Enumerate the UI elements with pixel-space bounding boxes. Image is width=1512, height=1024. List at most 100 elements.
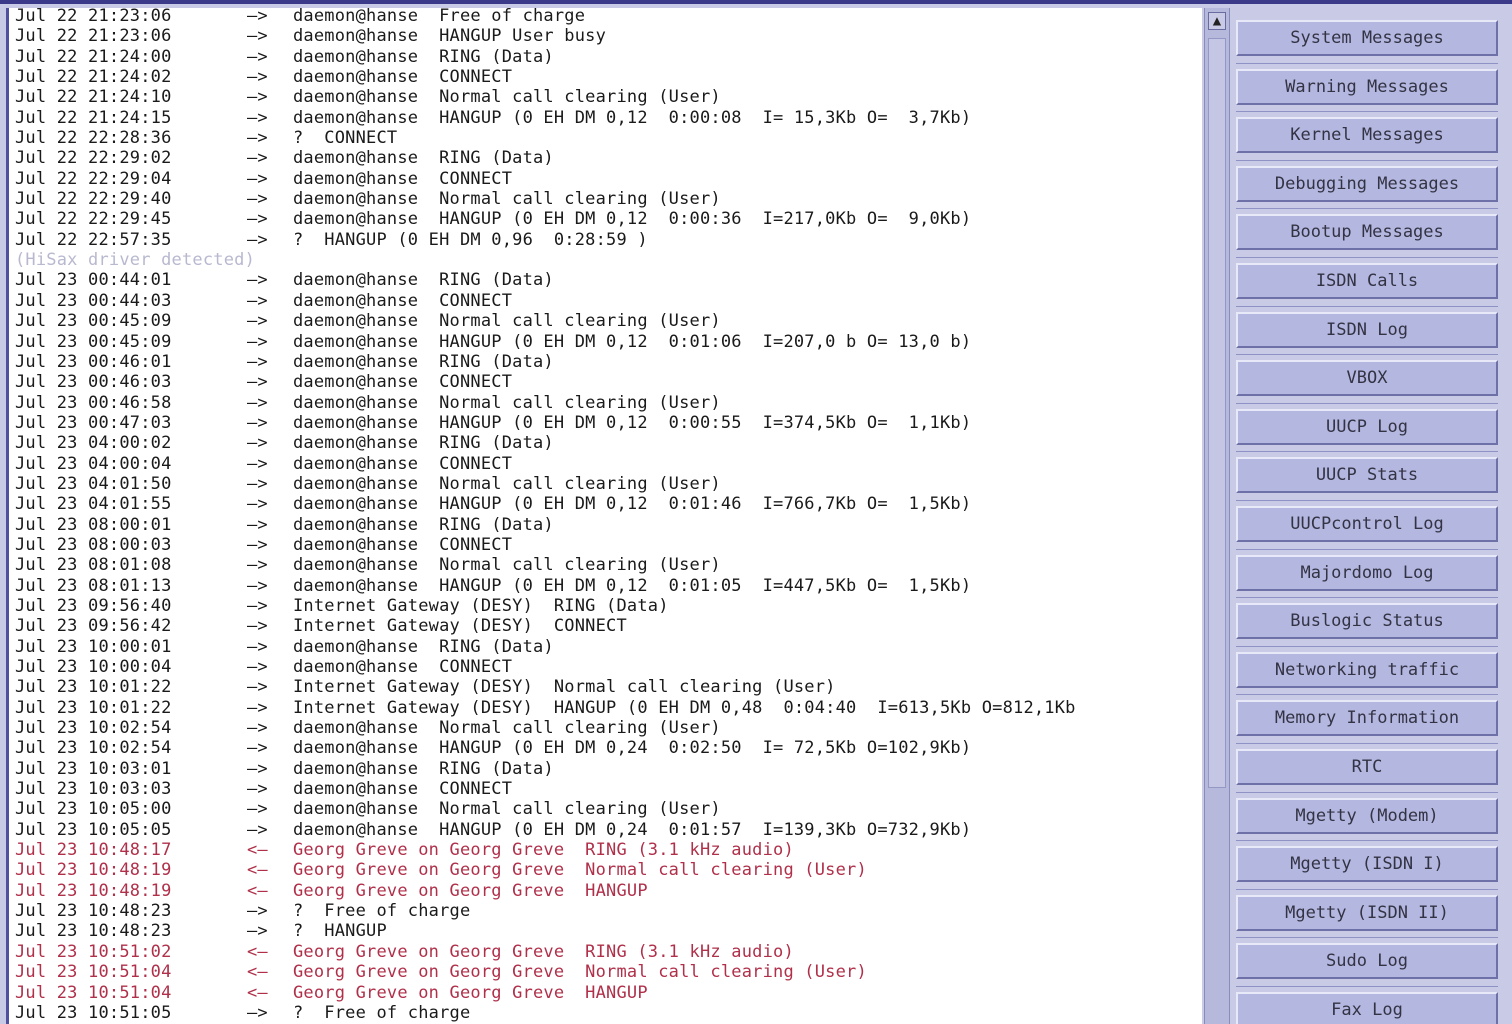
incoming-arrow-icon: <— — [247, 941, 268, 962]
button-divider — [1236, 888, 1498, 890]
outgoing-arrow-icon: —> — [247, 189, 268, 210]
log-message: daemon@hanse HANGUP (0 EH DM 0,12 0:00:5… — [293, 412, 972, 433]
outgoing-arrow-icon: —> — [247, 270, 268, 291]
log-entry: Jul 23 10:51:05 —> ? Free of charge — [15, 1003, 1076, 1023]
system-messages-button[interactable]: System Messages — [1236, 20, 1498, 56]
outgoing-arrow-icon: —> — [247, 636, 268, 657]
log-timestamp: Jul 22 21:24:10 — [15, 87, 172, 108]
log-entry: Jul 22 21:23:06 —> daemon@hanse HANGUP Use… — [15, 26, 1076, 46]
log-entry: Jul 23 10:01:22 —> Internet Gateway (DESY)… — [15, 677, 1076, 697]
log-entry: Jul 23 10:05:05 —> daemon@hanse HANGUP (0 … — [15, 820, 1076, 840]
outgoing-arrow-icon: —> — [247, 412, 268, 433]
uucp-log-button[interactable]: UUCP Log — [1236, 408, 1498, 445]
majordomo-log-button[interactable]: Majordomo Log — [1236, 554, 1498, 591]
button-divider — [1236, 62, 1498, 64]
log-message: daemon@hanse CONNECT — [293, 67, 513, 88]
vbox-button[interactable]: VBOX — [1236, 360, 1498, 397]
log-message: daemon@hanse HANGUP (0 EH DM 0,24 0:01:5… — [293, 819, 972, 840]
log-timestamp: Jul 23 10:01:22 — [15, 677, 172, 698]
log-timestamp: Jul 23 10:51:04 — [15, 982, 172, 1003]
outgoing-arrow-icon: —> — [247, 901, 268, 922]
vertical-scrollbar[interactable]: ▲ — [1204, 8, 1230, 1024]
log-entry: Jul 22 21:24:02 —> daemon@hanse CONNECT — [15, 67, 1076, 87]
kernel-messages-button[interactable]: Kernel Messages — [1236, 117, 1498, 154]
networking-traffic-button[interactable]: Networking traffic — [1236, 651, 1498, 688]
log-entry: Jul 23 04:00:02 —> daemon@hanse RING (Data… — [15, 433, 1076, 453]
mgetty-isdn-i-button[interactable]: Mgetty (ISDN I) — [1236, 846, 1498, 883]
log-message: daemon@hanse CONNECT — [293, 779, 513, 800]
log-entry: Jul 23 00:44:03 —> daemon@hanse CONNECT — [15, 291, 1076, 311]
outgoing-arrow-icon: —> — [247, 453, 268, 474]
log-message: daemon@hanse HANGUP (0 EH DM 0,12 0:01:0… — [293, 331, 972, 352]
outgoing-arrow-icon: —> — [247, 168, 268, 189]
log-message: Georg Greve on Georg Greve Normal call c… — [293, 860, 867, 881]
outgoing-arrow-icon: —> — [247, 229, 268, 250]
outgoing-arrow-icon: —> — [247, 534, 268, 555]
incoming-arrow-icon: <— — [247, 860, 268, 881]
memory-information-button[interactable]: Memory Information — [1236, 700, 1498, 737]
log-entry: Jul 23 08:01:08 —> daemon@hanse Normal cal… — [15, 555, 1076, 575]
log-message: Internet Gateway (DESY) RING (Data) — [293, 595, 669, 616]
log-timestamp: Jul 23 10:03:01 — [15, 758, 172, 779]
button-divider — [1236, 694, 1498, 696]
log-message: daemon@hanse Normal call clearing (User) — [293, 311, 721, 332]
log-entry: Jul 23 00:45:09 —> daemon@hanse HANGUP (0 … — [15, 332, 1076, 352]
scroll-up-arrow-icon[interactable]: ▲ — [1208, 12, 1226, 30]
log-timestamp: Jul 23 10:00:01 — [15, 636, 172, 657]
outgoing-arrow-icon: —> — [247, 1002, 268, 1023]
log-entry: Jul 23 10:48:19 <— Georg Greve on Georg Gr… — [15, 881, 1076, 901]
log-message: daemon@hanse CONNECT — [293, 534, 513, 555]
log-message: daemon@hanse Normal call clearing (User) — [293, 473, 721, 494]
outgoing-arrow-icon: —> — [247, 351, 268, 372]
log-message: daemon@hanse RING (Data) — [293, 514, 554, 535]
log-message: Georg Greve on Georg Greve Normal call c… — [293, 962, 867, 983]
log-entry: Jul 23 10:01:22 —> Internet Gateway (DESY)… — [15, 698, 1076, 718]
button-divider — [1236, 354, 1498, 356]
log-message: daemon@hanse CONNECT — [293, 372, 513, 393]
warning-messages-button[interactable]: Warning Messages — [1236, 68, 1498, 105]
sudo-log-button[interactable]: Sudo Log — [1236, 943, 1498, 980]
buslogic-status-button[interactable]: Buslogic Status — [1236, 603, 1498, 640]
log-message: daemon@hanse HANGUP (0 EH DM 0,12 0:01:0… — [293, 575, 972, 596]
log-timestamp: Jul 22 22:29:04 — [15, 168, 172, 189]
log-message: daemon@hanse CONNECT — [293, 453, 513, 474]
button-divider — [1236, 305, 1498, 307]
button-divider — [1236, 986, 1498, 987]
log-entry: Jul 23 00:44:01 —> daemon@hanse RING (Data… — [15, 270, 1076, 290]
log-message: Internet Gateway (DESY) HANGUP (0 EH DM … — [293, 697, 1076, 718]
log-timestamp: Jul 23 09:56:42 — [15, 616, 172, 637]
rtc-button[interactable]: RTC — [1236, 749, 1498, 785]
log-entry: Jul 23 10:51:04 <— Georg Greve on Georg Gr… — [15, 962, 1076, 982]
log-timestamp: Jul 23 04:00:02 — [15, 433, 172, 454]
log-timestamp: Jul 23 08:01:13 — [15, 575, 172, 596]
fax-log-button[interactable]: Fax Log — [1236, 992, 1498, 1024]
isdn-log-button[interactable]: ISDN Log — [1236, 311, 1498, 348]
log-pane[interactable]: Jul 22 21:23:06 —> daemon@hanse Free of ch… — [6, 8, 1202, 1024]
log-timestamp: Jul 23 10:02:54 — [15, 738, 172, 759]
outgoing-arrow-icon: —> — [247, 311, 268, 332]
isdn-calls-button[interactable]: ISDN Calls — [1236, 263, 1498, 299]
mgetty-modem-button[interactable]: Mgetty (Modem) — [1236, 797, 1498, 834]
outgoing-arrow-icon: —> — [247, 718, 268, 739]
debugging-messages-button[interactable]: Debugging Messages — [1236, 165, 1498, 202]
log-timestamp: Jul 23 10:01:22 — [15, 697, 172, 718]
outgoing-arrow-icon: —> — [247, 616, 268, 637]
log-entry: Jul 23 00:47:03 —> daemon@hanse HANGUP (0 … — [15, 413, 1076, 433]
uucp-stats-button[interactable]: UUCP Stats — [1236, 457, 1498, 494]
log-message: daemon@hanse RING (Data) — [293, 758, 554, 779]
outgoing-arrow-icon: —> — [247, 738, 268, 759]
log-entry: Jul 23 00:46:01 —> daemon@hanse RING (Data… — [15, 352, 1076, 372]
uucpcontrol-log-button[interactable]: UUCPcontrol Log — [1236, 506, 1498, 542]
log-timestamp: Jul 23 04:00:04 — [15, 453, 172, 474]
bootup-messages-button[interactable]: Bootup Messages — [1236, 214, 1498, 251]
log-entry: Jul 22 21:24:10 —> daemon@hanse Normal cal… — [15, 87, 1076, 107]
log-entry: Jul 22 21:24:15 —> daemon@hanse HANGUP (0 … — [15, 108, 1076, 128]
outgoing-arrow-icon: —> — [247, 107, 268, 128]
log-timestamp: Jul 23 10:48:17 — [15, 840, 172, 861]
log-timestamp: Jul 23 10:48:23 — [15, 921, 172, 942]
scroll-thumb[interactable] — [1208, 38, 1226, 788]
log-timestamp: Jul 23 08:01:08 — [15, 555, 172, 576]
log-message: daemon@hanse RING (Data) — [293, 46, 554, 67]
outgoing-arrow-icon: —> — [247, 799, 268, 820]
mgetty-isdn-ii-button[interactable]: Mgetty (ISDN II) — [1236, 894, 1498, 931]
